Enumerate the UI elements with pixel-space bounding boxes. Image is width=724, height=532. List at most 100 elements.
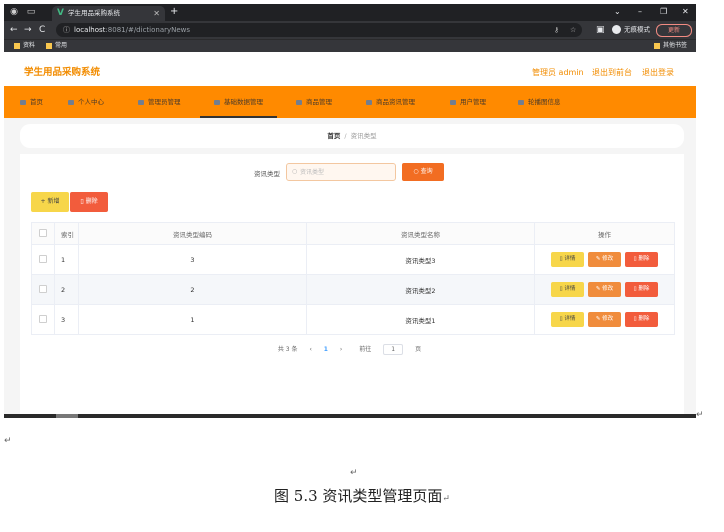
page-number-current[interactable]: 1: [324, 346, 328, 353]
delete-label: 删除: [85, 198, 98, 205]
figure-caption: 图 5.3 资讯类型管理页面↵: [0, 486, 724, 509]
search-label: 资讯类型: [254, 170, 280, 178]
breadcrumb-home[interactable]: 首页: [327, 132, 340, 140]
menu-item-label: 首页: [30, 98, 43, 106]
pagination-total: 共 3 条: [277, 346, 298, 353]
menu-item-carousel[interactable]: 轮播图信息: [518, 86, 561, 118]
query-button[interactable]: ○ 查询: [402, 163, 444, 181]
page-suffix: 页: [415, 346, 422, 353]
bookmark-star-icon[interactable]: ☆: [570, 26, 576, 34]
breadcrumb: 首页 / 资讯类型: [20, 124, 684, 148]
bookmark-folder-2[interactable]: 常用: [46, 42, 67, 50]
cell-actions: ▯ 详情 ✎ 修改 ▯ 删除: [534, 244, 675, 275]
breadcrumb-separator: /: [344, 132, 347, 140]
row-checkbox[interactable]: [39, 254, 47, 263]
content-card: 资讯类型 ○ ○ 查询 + 新增 ▯ 删除 索引 资讯类型编码 资讯类型名称 操…: [20, 154, 684, 416]
cell-actions: ▯ 详情 ✎ 修改 ▯ 删除: [534, 304, 675, 335]
view-button[interactable]: ▯ 详情: [551, 312, 584, 327]
bookmark-label: 资料: [23, 42, 36, 49]
key-icon[interactable]: ⚷: [554, 26, 559, 34]
news-icon: [366, 99, 372, 105]
tab-search-icon[interactable]: ▭: [26, 7, 36, 17]
forward-icon[interactable]: →: [24, 25, 32, 35]
edit-button[interactable]: ✎ 修改: [588, 312, 621, 327]
menu-item-admins[interactable]: 管理员管理: [138, 86, 181, 118]
menu-item-users[interactable]: 用户管理: [450, 86, 486, 118]
view-button[interactable]: ▯ 详情: [551, 252, 584, 267]
folder-icon: [46, 42, 52, 49]
search-input[interactable]: [300, 166, 390, 178]
tab-list-icon[interactable]: ⌄: [614, 7, 621, 16]
url-path: :8081/#/dictionaryNews: [105, 26, 191, 34]
row-checkbox[interactable]: [39, 314, 47, 323]
bookmarks-bar: 资料 常用 其他书签: [4, 39, 696, 52]
menu-item-label: 个人中心: [78, 98, 104, 106]
scrollbar-thumb: [56, 414, 78, 418]
row-select-cell[interactable]: [31, 274, 55, 305]
edit-label: 修改: [602, 256, 614, 262]
back-icon[interactable]: ←: [10, 25, 18, 35]
back-to-front-link[interactable]: 退出到前台: [592, 67, 632, 78]
url-text: localhost:8081/#/dictionaryNews: [74, 26, 190, 34]
menu-item-goods[interactable]: 商品管理: [296, 86, 332, 118]
delete-button[interactable]: ▯ 删除: [625, 312, 658, 327]
restore-icon[interactable]: ❐: [660, 7, 667, 16]
goods-icon: [296, 99, 302, 105]
search-icon: ○: [292, 168, 298, 175]
tab-title: 学生用品采购系统: [68, 9, 120, 17]
logout-link[interactable]: 退出登录: [642, 67, 674, 78]
edit-button[interactable]: ✎ 修改: [588, 282, 621, 297]
row-select-cell[interactable]: [31, 304, 55, 335]
update-button[interactable]: 更新: [656, 24, 692, 37]
select-all-cell[interactable]: [31, 222, 55, 245]
delete-button[interactable]: ▯ 删除: [625, 282, 658, 297]
browser-menu-icon[interactable]: ◉: [9, 7, 19, 17]
menu-item-home[interactable]: 首页: [20, 86, 43, 118]
delete-button[interactable]: ▯ 删除: [625, 252, 658, 267]
close-tab-icon[interactable]: ✕: [153, 9, 160, 18]
reload-icon[interactable]: C: [39, 25, 45, 35]
select-all-checkbox[interactable]: [39, 228, 47, 237]
incognito-indicator[interactable]: 无痕模式: [612, 25, 650, 35]
col-header-actions: 操作: [534, 222, 675, 245]
add-button[interactable]: + 新增: [31, 192, 69, 212]
browser-tab[interactable]: V 学生用品采购系统 ✕: [52, 6, 165, 21]
caption-text: 图 5.3 资讯类型管理页面: [274, 487, 443, 505]
folder-icon: [654, 42, 660, 49]
edit-button[interactable]: ✎ 修改: [588, 252, 621, 267]
app-header: 学生用品采购系统 管理员 admin 退出到前台 退出登录: [4, 52, 696, 86]
view-label: 详情: [564, 256, 576, 262]
data-icon: [214, 99, 220, 105]
bookmark-label: 常用: [55, 42, 68, 49]
menu-item-profile[interactable]: 个人中心: [68, 86, 104, 118]
menu-item-label: 轮播图信息: [528, 98, 561, 106]
goto-page-input[interactable]: 1: [383, 344, 404, 355]
other-bookmarks[interactable]: 其他书签: [654, 42, 687, 50]
view-button[interactable]: ▯ 详情: [551, 282, 584, 297]
row-select-cell[interactable]: [31, 244, 55, 275]
batch-delete-button[interactable]: ▯ 删除: [70, 192, 108, 212]
breadcrumb-current: 资讯类型: [350, 132, 377, 140]
new-tab-icon[interactable]: +: [170, 7, 178, 17]
edit-label: 修改: [602, 286, 614, 292]
delete-label: 删除: [638, 256, 650, 262]
goto-label: 前往: [359, 346, 372, 353]
table-row: 3 1 资讯类型1 ▯ 详情 ✎ 修改 ▯ 删除: [31, 304, 675, 335]
row-checkbox[interactable]: [39, 284, 47, 293]
delete-label: 删除: [638, 286, 650, 292]
goto-group: 前往 1 页: [354, 344, 426, 355]
table-header-row: 索引 资讯类型编码 资讯类型名称 操作: [31, 222, 675, 245]
prev-page-button[interactable]: ‹: [309, 346, 311, 353]
menu-item-basic-data[interactable]: 基础数据管理: [200, 86, 277, 118]
next-page-button[interactable]: ›: [340, 346, 342, 353]
table-row: 2 2 资讯类型2 ▯ 详情 ✎ 修改 ▯ 删除: [31, 274, 675, 305]
url-field[interactable]: ⓘ localhost:8081/#/dictionaryNews ⚷ ☆: [56, 23, 582, 37]
site-info-icon[interactable]: ⓘ: [63, 26, 70, 34]
side-panel-icon[interactable]: ▣: [596, 25, 605, 35]
close-window-icon[interactable]: ✕: [682, 7, 689, 16]
bookmark-folder-1[interactable]: 资料: [14, 42, 35, 50]
menu-item-goods-news[interactable]: 商品资讯管理: [366, 86, 415, 118]
minimize-icon[interactable]: –: [638, 7, 642, 16]
users-icon: [450, 99, 456, 105]
search-field[interactable]: ○: [286, 163, 396, 181]
